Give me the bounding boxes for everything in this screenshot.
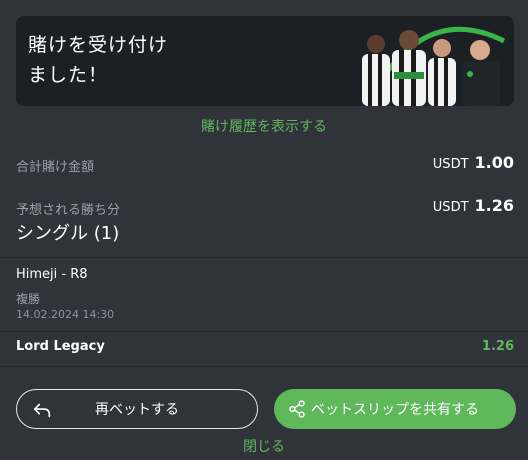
divider bbox=[0, 257, 528, 258]
rebet-label: 再ベットする bbox=[95, 402, 179, 418]
event-name: Himeji - R8 bbox=[16, 267, 88, 282]
divider bbox=[0, 366, 528, 367]
total-stake-label: 合計賭け金額 bbox=[16, 160, 95, 175]
event-datetime: 14.02.2024 14:30 bbox=[16, 308, 115, 321]
total-stake-value: USDT 1.00 bbox=[433, 153, 514, 172]
rebet-button[interactable]: 再ベットする bbox=[16, 389, 258, 429]
banner-title: 賭けを受け付けました！ bbox=[28, 34, 169, 86]
share-label: ベットスリップを共有する bbox=[311, 402, 479, 418]
share-icon bbox=[289, 400, 305, 418]
market-name: 複勝 bbox=[16, 292, 41, 306]
share-betslip-button[interactable]: ベットスリップを共有する bbox=[274, 389, 516, 429]
expected-win-currency: USDT bbox=[432, 200, 469, 215]
expected-win-value: USDT 1.26 bbox=[433, 196, 514, 215]
selection-name: Lord Legacy bbox=[16, 339, 105, 354]
close-link[interactable]: 閉じる bbox=[0, 436, 528, 456]
selection-odds: 1.26 bbox=[481, 339, 514, 354]
bet-type-title: シングル (1) bbox=[16, 223, 120, 244]
total-stake-currency: USDT bbox=[432, 157, 469, 172]
expected-win-amount: 1.26 bbox=[474, 196, 514, 215]
bet-accepted-banner: 賭けを受け付けました！ bbox=[16, 16, 514, 106]
undo-arrow-icon bbox=[33, 403, 51, 418]
divider bbox=[0, 331, 528, 332]
view-bet-history-link[interactable]: 賭け履歴を表示する bbox=[0, 116, 528, 136]
team-players-image bbox=[354, 16, 514, 106]
expected-win-label: 予想される勝ち分 bbox=[16, 203, 121, 218]
total-stake-amount: 1.00 bbox=[474, 153, 514, 172]
